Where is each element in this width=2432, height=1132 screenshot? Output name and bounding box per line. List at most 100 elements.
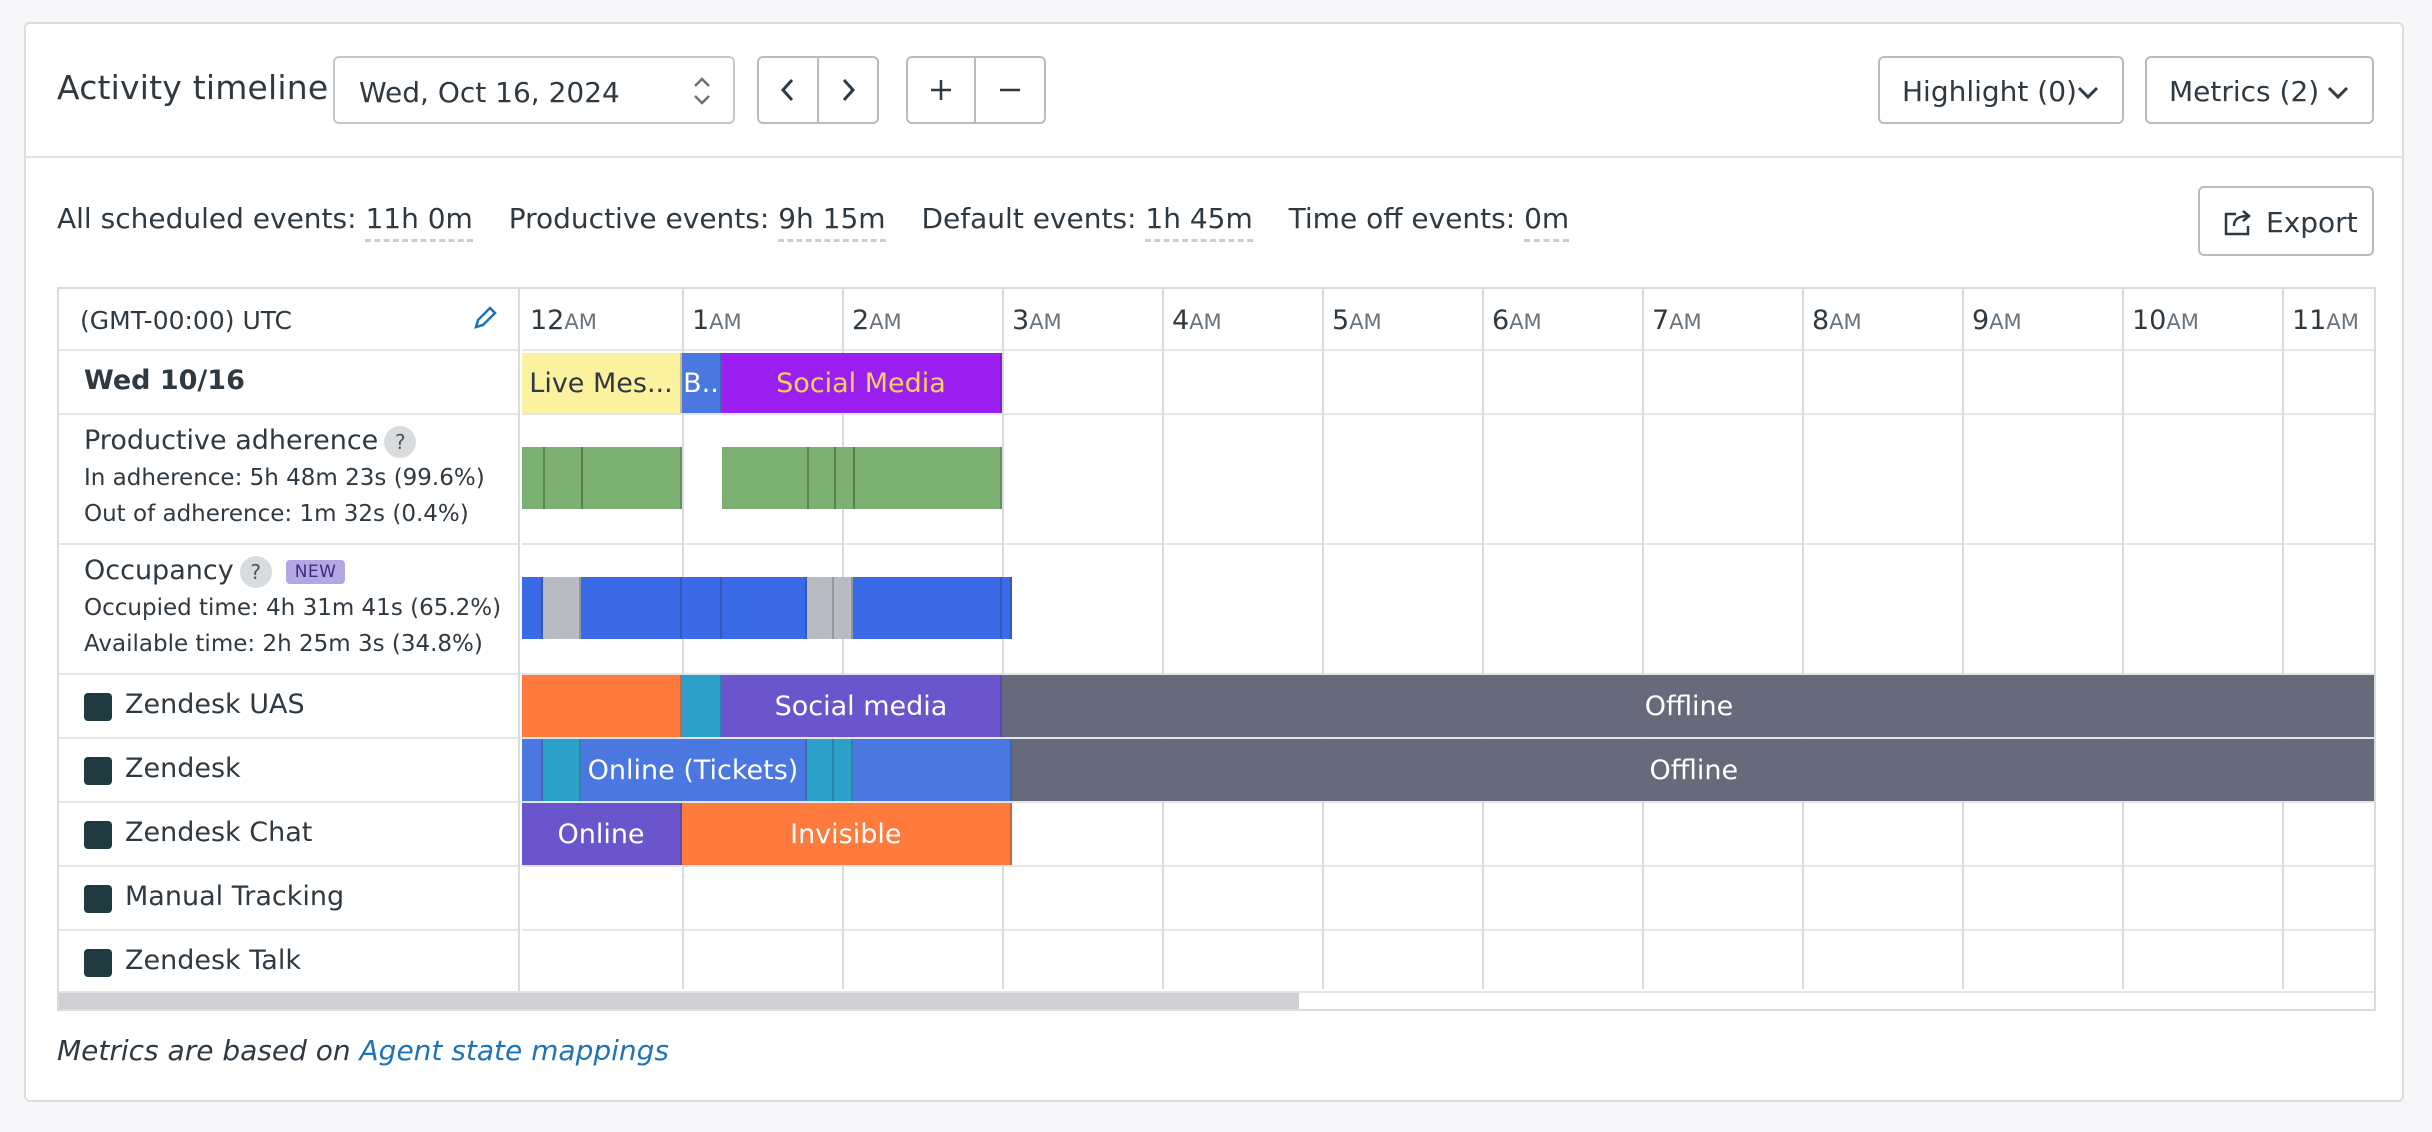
hour-header: 8AM [1802,289,1962,349]
hour-label: 11AM [2292,305,2359,336]
summary-value: 9h 15m [778,202,886,242]
adherence-tick [542,447,545,509]
metric-title: Productive adherence [84,425,379,456]
zendesk-state-block[interactable] [542,739,582,801]
zoom-in-button[interactable] [906,56,976,124]
source-row-manual-tracking: Manual Tracking [59,867,518,931]
occupancy-bar[interactable] [1002,577,1012,639]
source-row-zendesk-uas: Zendesk UAS [59,675,518,739]
hour-label: 6AM [1492,305,1542,336]
hour-period: AM [564,310,597,334]
hour-label: 1AM [692,305,742,336]
occupancy-bar[interactable] [722,577,807,639]
hour-header: 5AM [1322,289,1482,349]
occupancy-bar[interactable] [834,577,854,639]
date-picker[interactable]: Wed, Oct 16, 2024 [333,56,735,124]
help-icon[interactable]: ? [384,425,417,458]
hour-gridline [842,349,844,989]
source-row-zendesk: Zendesk [59,739,518,803]
timeline-header: Activity timeline Wed, Oct 16, 2024 High… [26,24,2402,158]
timeline-area[interactable]: 12AM 1AM 2AM 3AM 4AM 5AM 6AM 7AM 8AM 9AM 10AM 11AM L… [522,289,2374,1009]
chevron-right-icon [842,78,856,102]
zendesk-state-block[interactable] [806,739,834,801]
help-icon[interactable]: ? [239,555,272,588]
timeline-grid: (GMT-00:00) UTC Wed 10/16 Productive adh… [57,287,2376,1011]
schedule-event-block[interactable]: Live Mes... [522,353,682,413]
zendesk-state-block[interactable] [834,739,854,801]
zendesk-chat-icon [84,821,112,849]
hour-gridline [1002,349,1004,989]
hour-gridline [682,349,684,989]
hour-period: AM [1349,310,1382,334]
productive-adherence-bar[interactable] [522,447,682,509]
all-scheduled-events: All scheduled events: 11h 0m [57,202,473,242]
summary-label: Time off events: [1288,202,1516,235]
hour-gridline [2122,349,2124,989]
metric-title: Occupancy [84,555,234,586]
source-name: Zendesk Chat [125,817,313,848]
occupancy-bar[interactable] [682,577,722,639]
summary-value: 0m [1524,202,1570,242]
hour-gridline [1962,349,1964,989]
hour-period: AM [1189,310,1222,334]
agent-state-mappings-link[interactable]: Agent state mappings [360,1034,669,1067]
zendesk-icon [84,757,112,785]
highlight-dropdown[interactable]: Highlight (0) [1878,56,2124,124]
metrics-label: Metrics (2) [2169,75,2320,108]
row-divider [522,929,2374,931]
hour-label: 2AM [852,305,902,336]
row-divider [522,413,2374,415]
schedule-event-block[interactable]: B.. [682,353,722,413]
zendesk-state-block[interactable]: Online (Tickets) [581,739,807,801]
scrollbar-thumb[interactable] [59,993,1299,1009]
hour-header: 4AM [1162,289,1322,349]
schedule-event-block[interactable]: Social Media [722,353,1002,413]
zendesk-uas-state-block[interactable]: Offline [1002,675,2374,737]
occupancy-bar[interactable] [581,577,682,639]
occupancy-bar[interactable] [806,577,834,639]
hour-label: 10AM [2132,305,2199,336]
occupancy-bar[interactable] [853,577,1002,639]
horizontal-scrollbar[interactable] [59,991,2374,1009]
productive-adherence-row: Productive adherence? In adherence: 5h 4… [59,415,518,545]
zendesk-chat-state-block[interactable]: Online [522,803,682,865]
hour-period: AM [1989,310,2022,334]
hour-label: 3AM [1012,305,1062,336]
occupancy-bar[interactable] [542,577,582,639]
events-summary: All scheduled events: 11h 0m Productive … [57,202,1596,242]
occupancy-title: Occupancy? NEW [84,555,346,588]
default-events: Default events: 1h 45m [921,202,1253,242]
metrics-dropdown[interactable]: Metrics (2) [2145,56,2374,124]
row-divider [522,349,2374,351]
metrics-footnote: Metrics are based on Agent state mapping… [57,1034,669,1067]
zendesk-state-block[interactable] [853,739,1012,801]
zendesk-state-block[interactable] [522,739,543,801]
zendesk-chat-state-block[interactable]: Invisible [682,803,1012,865]
hour-gridline [1322,349,1324,989]
productive-adherence-bar[interactable] [722,447,1002,509]
occupancy-row: Occupancy? NEW Occupied time: 4h 31m 41s … [59,545,518,675]
zendesk-uas-state-block[interactable] [522,675,682,737]
hour-gridline [1162,349,1164,989]
previous-day-button[interactable] [757,56,819,124]
source-row-zendesk-chat: Zendesk Chat [59,803,518,867]
timezone-label: (GMT-00:00) UTC [80,306,292,335]
next-day-button[interactable] [819,56,879,124]
hour-period: AM [2326,310,2359,334]
available-time-text: Available time: 2h 25m 3s (34.8%) [84,631,483,657]
chevron-down-icon [2077,86,2099,100]
pencil-icon[interactable] [470,303,500,333]
productive-events: Productive events: 9h 15m [509,202,886,242]
hour-period: AM [1669,310,1702,334]
source-name: Zendesk [125,753,241,784]
zendesk-uas-state-block[interactable] [682,675,722,737]
time-off-events: Time off events: 0m [1288,202,1570,242]
minus-icon [1000,88,1020,92]
zendesk-uas-state-block[interactable]: Social media [722,675,1002,737]
zoom-out-button[interactable] [976,56,1046,124]
hour-period: AM [1829,310,1862,334]
export-button[interactable]: Export [2198,186,2374,256]
spinner-arrows-icon [694,77,710,105]
occupancy-bar[interactable] [522,577,543,639]
zendesk-state-block[interactable]: Offline [1011,739,2374,801]
